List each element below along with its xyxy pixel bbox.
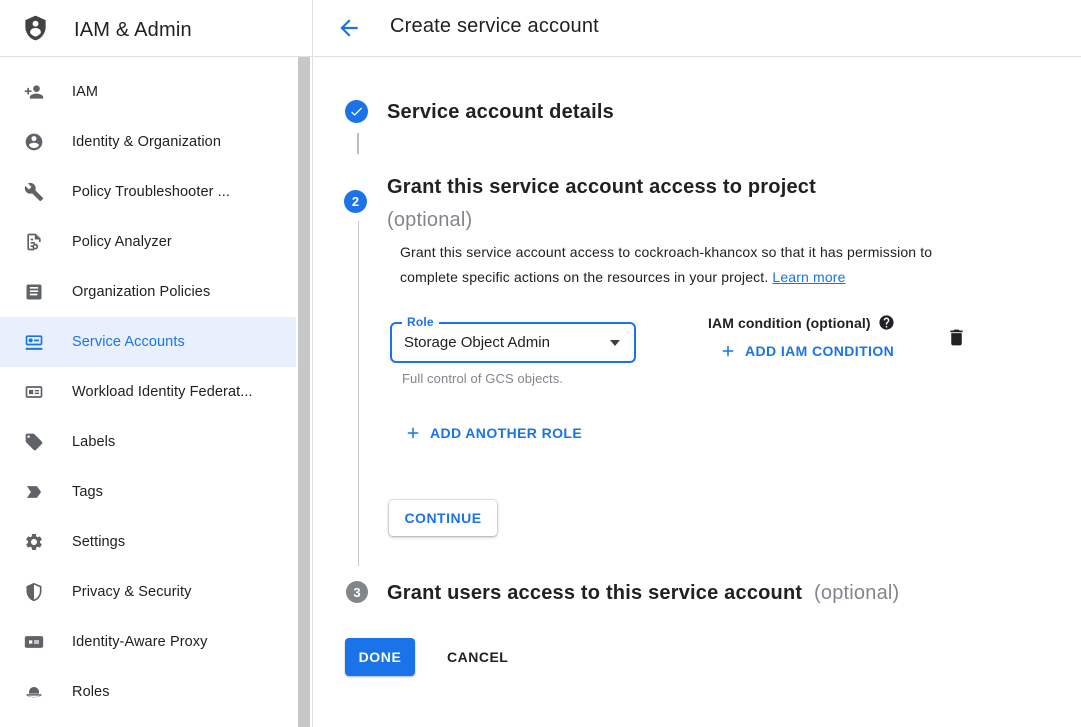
- sidebar-item-service-accounts[interactable]: Service Accounts: [0, 317, 296, 367]
- sidebar-item-roles[interactable]: Roles: [0, 667, 296, 717]
- sidebar-item-iam[interactable]: IAM: [0, 67, 296, 117]
- tag-icon: [24, 432, 44, 452]
- sidebar-item-policy-troubleshooter[interactable]: Policy Troubleshooter ...: [0, 167, 296, 217]
- doc-lines-icon: [24, 282, 44, 302]
- arrow-back-icon: [336, 29, 362, 44]
- sidebar-item-policy-analyzer[interactable]: Policy Analyzer: [0, 217, 296, 267]
- role-field-label: Role: [402, 315, 439, 329]
- product-title: IAM & Admin: [74, 19, 192, 42]
- step1-completed-icon: [345, 100, 368, 123]
- sidebar-item-label: Labels: [72, 434, 115, 450]
- sidebar-divider: [312, 0, 313, 727]
- sidebar-item-labels[interactable]: Labels: [0, 417, 296, 467]
- sidebar-item-label: Privacy & Security: [72, 584, 191, 600]
- role-select[interactable]: Role Storage Object Admin: [390, 322, 636, 363]
- trash-icon: [946, 327, 967, 348]
- sidebar-item-privacy-security[interactable]: Privacy & Security: [0, 567, 296, 617]
- help-icon[interactable]: [878, 314, 895, 331]
- sidebar-item-label: Settings: [72, 534, 125, 550]
- sidebar-item-label: Roles: [72, 684, 110, 700]
- plus-icon: [719, 342, 737, 360]
- step3-title: Grant users access to this service accou…: [387, 582, 899, 605]
- sidebar-item-label: Policy Troubleshooter ...: [72, 184, 230, 200]
- sidebar-item-label: Workload Identity Federat...: [72, 384, 253, 400]
- sidebar-item-organization-policies[interactable]: Organization Policies: [0, 267, 296, 317]
- sidebar-item-label: IAM: [72, 84, 98, 100]
- step-connector: [358, 221, 359, 566]
- sidebar-item-tags[interactable]: Tags: [0, 467, 296, 517]
- hat-icon: [24, 682, 44, 702]
- sidebar: IAM Identity & Organization Policy Troub…: [0, 57, 312, 727]
- step2-number-badge: 2: [344, 190, 367, 213]
- step3-optional-label: (optional): [814, 582, 899, 604]
- id-card-icon: [24, 382, 44, 402]
- sidebar-item-label: Tags: [72, 484, 103, 500]
- delete-role-button[interactable]: [946, 327, 967, 348]
- policy-analyzer-icon: [24, 232, 44, 252]
- service-account-icon: [24, 332, 44, 352]
- add-iam-condition-button[interactable]: ADD IAM CONDITION: [719, 342, 894, 360]
- sidebar-item-identity-organization[interactable]: Identity & Organization: [0, 117, 296, 167]
- wrench-icon: [24, 182, 44, 202]
- sidebar-item-workload-identity-federation[interactable]: Workload Identity Federat...: [0, 367, 296, 417]
- sidebar-scrollbar[interactable]: [298, 57, 310, 727]
- role-helper-text: Full control of GCS objects.: [402, 371, 563, 386]
- tag-arrow-icon: [24, 482, 44, 502]
- add-iam-condition-label: ADD IAM CONDITION: [745, 343, 894, 359]
- back-button[interactable]: [336, 15, 362, 41]
- role-selected-value: Storage Object Admin: [404, 334, 550, 351]
- page-title: Create service account: [390, 15, 599, 38]
- step2-description: Grant this service account access to coc…: [400, 240, 980, 290]
- check-icon: [349, 104, 364, 119]
- step2-title: Grant this service account access to pro…: [387, 171, 947, 237]
- learn-more-link[interactable]: Learn more: [772, 269, 845, 285]
- cancel-button[interactable]: CANCEL: [439, 638, 516, 676]
- iam-admin-shield-icon: [22, 12, 49, 49]
- person-add-icon: [24, 82, 44, 102]
- sidebar-item-label: Organization Policies: [72, 284, 210, 300]
- brand: IAM & Admin: [22, 12, 192, 49]
- sidebar-item-label: Service Accounts: [72, 334, 185, 350]
- gear-icon: [24, 532, 44, 552]
- continue-button[interactable]: CONTINUE: [389, 500, 497, 536]
- sidebar-item-label: Identity & Organization: [72, 134, 221, 150]
- sidebar-item-settings[interactable]: Settings: [0, 517, 296, 567]
- proxy-icon: [24, 632, 44, 652]
- step3-title-text: Grant users access to this service accou…: [387, 582, 802, 604]
- step2-optional-label: (optional): [387, 209, 472, 231]
- shield-icon: [24, 582, 44, 602]
- add-another-role-button[interactable]: ADD ANOTHER ROLE: [404, 424, 582, 442]
- iam-condition-label-text: IAM condition (optional): [708, 315, 871, 331]
- step-connector: [357, 133, 359, 154]
- step2-title-text: Grant this service account access to pro…: [387, 176, 816, 198]
- done-button[interactable]: DONE: [345, 638, 415, 676]
- account-circle-icon: [24, 132, 44, 152]
- step1-title: Service account details: [387, 101, 614, 124]
- step2-number: 2: [352, 194, 359, 209]
- step3-number-badge: 3: [346, 581, 368, 603]
- sidebar-item-label: Identity-Aware Proxy: [72, 634, 208, 650]
- step3-number: 3: [353, 585, 360, 600]
- sidebar-item-identity-aware-proxy[interactable]: Identity-Aware Proxy: [0, 617, 296, 667]
- add-another-role-label: ADD ANOTHER ROLE: [430, 425, 582, 441]
- iam-condition-label: IAM condition (optional): [708, 314, 895, 331]
- app-header: IAM & Admin Create service account: [0, 0, 1081, 57]
- plus-icon: [404, 424, 422, 442]
- step2-description-text: Grant this service account access to coc…: [400, 244, 932, 285]
- create-service-account-form: Service account details 2 Grant this ser…: [313, 57, 1081, 727]
- dropdown-arrow-icon: [610, 340, 620, 346]
- sidebar-item-label: Policy Analyzer: [72, 234, 172, 250]
